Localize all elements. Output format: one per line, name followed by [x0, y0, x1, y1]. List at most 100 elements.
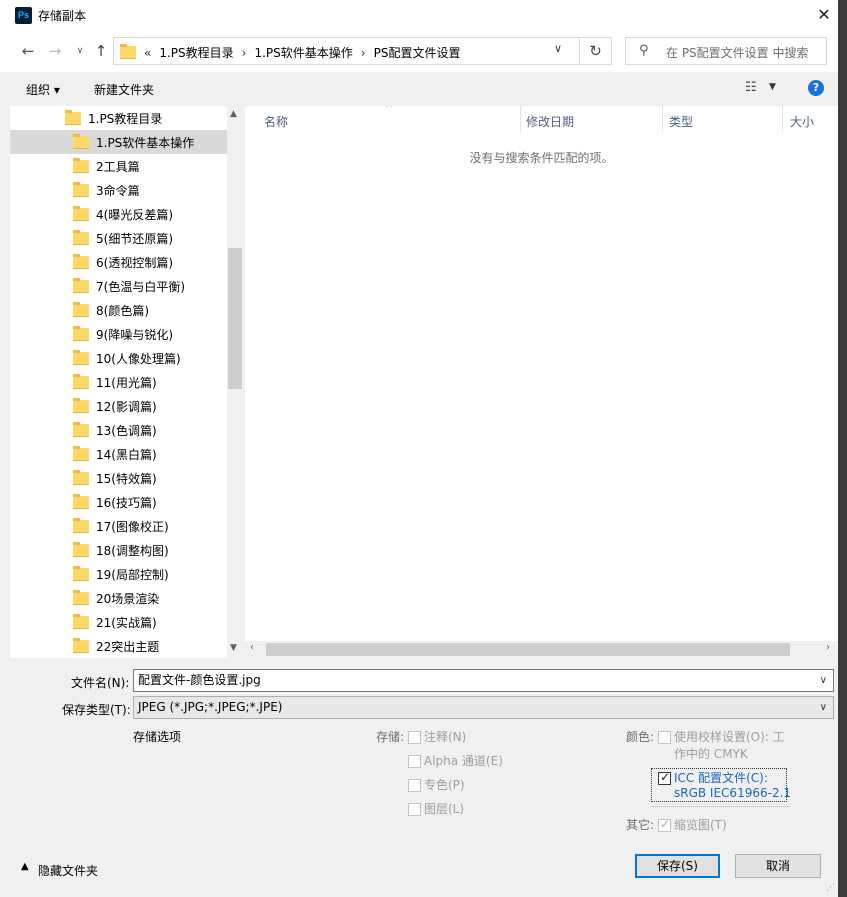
thumbnail-checkbox[interactable]: ✓	[658, 817, 671, 832]
scrollbar-thumb[interactable]	[228, 248, 242, 389]
tree-item-label: 17(图像校正)	[96, 519, 169, 534]
tree-item[interactable]: 20场景渲染	[10, 586, 227, 610]
command-bar: 组织 ▾ 新建文件夹 ☷ ▼ ?	[0, 72, 838, 106]
alpha-checkbox[interactable]	[408, 755, 421, 768]
scroll-right-icon[interactable]: ›	[826, 642, 830, 653]
tree-item-label: 12(影调篇)	[96, 399, 157, 414]
tree-item[interactable]: 5(细节还原篇)	[10, 226, 227, 250]
proof-setup-label: 使用校样设置(O): 工	[674, 730, 785, 744]
organize-button[interactable]: 组织 ▾	[26, 81, 60, 98]
tree-item[interactable]: 2工具篇	[10, 154, 227, 178]
tree-item[interactable]: 21(实战篇)	[10, 610, 227, 634]
tree-item-label: 5(细节还原篇)	[96, 231, 173, 246]
chevron-down-icon[interactable]: ∨	[820, 697, 827, 718]
cancel-button[interactable]: 取消	[735, 854, 821, 878]
tree-item-label: 13(色调篇)	[96, 423, 157, 438]
filetype-select[interactable]: JPEG (*.JPG;*.JPEG;*.JPE) ∨	[133, 696, 834, 719]
tree-item-label: 1.PS教程目录	[88, 111, 163, 126]
resize-grip-icon[interactable]: ⋰	[826, 883, 835, 893]
address-dropdown-icon[interactable]: ∨	[554, 42, 562, 55]
tree-item-label: 9(降噪与锐化)	[96, 327, 173, 342]
photoshop-icon: Ps	[15, 7, 32, 24]
tree-item[interactable]: 12(影调篇)	[10, 394, 227, 418]
folder-icon	[73, 349, 89, 365]
breadcrumb-item[interactable]: 1.PS教程目录	[159, 44, 233, 61]
column-header-name[interactable]: 名称	[264, 113, 288, 130]
folder-icon	[73, 133, 89, 149]
folder-icon	[73, 157, 89, 173]
hide-folders-button[interactable]: 隐藏文件夹	[38, 862, 98, 879]
folder-icon	[73, 181, 89, 197]
tree-item[interactable]: 9(降噪与锐化)	[10, 322, 227, 346]
breadcrumb-item[interactable]: 1.PS软件基本操作	[254, 44, 352, 61]
horizontal-scrollbar[interactable]: ‹ ›	[245, 641, 838, 658]
chevron-right-icon[interactable]: ›	[242, 46, 247, 60]
notes-checkbox[interactable]	[408, 731, 421, 744]
tree-item[interactable]: 4(曝光反差篇)	[10, 202, 227, 226]
tree-item[interactable]: 11(用光篇)	[10, 370, 227, 394]
tree-item[interactable]: 22突出主题	[10, 634, 227, 658]
tree-item-label: 1.PS软件基本操作	[96, 135, 195, 150]
scroll-down-icon[interactable]: ▼	[230, 643, 237, 653]
divider	[651, 806, 791, 807]
breadcrumb-overflow[interactable]: «	[144, 46, 151, 60]
column-divider[interactable]	[520, 106, 521, 132]
tree-item-label: 20场景渲染	[96, 591, 160, 606]
folder-icon	[73, 277, 89, 293]
help-icon[interactable]: ?	[808, 80, 824, 96]
back-arrow-icon[interactable]: ←	[17, 40, 39, 62]
tree-item[interactable]: 13(色调篇)	[10, 418, 227, 442]
tree-item[interactable]: 14(黑白篇)	[10, 442, 227, 466]
tree-item[interactable]: 10(人像处理篇)	[10, 346, 227, 370]
chevron-right-icon[interactable]: ›	[361, 46, 366, 60]
view-options-icon[interactable]: ☷	[745, 80, 757, 95]
column-header-date[interactable]: 修改日期	[526, 113, 574, 130]
tree-item[interactable]: 16(技巧篇)	[10, 490, 227, 514]
proof-setup-checkbox[interactable]	[658, 731, 671, 744]
recent-locations-chevron-icon[interactable]: ∨	[69, 40, 91, 62]
save-button[interactable]: 保存(S)	[635, 854, 720, 878]
chevron-down-icon[interactable]: ∨	[820, 670, 827, 691]
tree-item[interactable]: 7(色温与白平衡)	[10, 274, 227, 298]
tree-item[interactable]: 18(调整构图)	[10, 538, 227, 562]
icc-profile-checkbox[interactable]: ✓	[658, 770, 671, 785]
tree-item[interactable]: 6(透视控制篇)	[10, 250, 227, 274]
forward-arrow-icon[interactable]: →	[44, 40, 66, 62]
folder-icon	[73, 301, 89, 317]
view-dropdown-icon[interactable]: ▼	[769, 82, 776, 92]
column-header-size[interactable]: 大小	[790, 113, 814, 130]
new-folder-button[interactable]: 新建文件夹	[94, 81, 154, 98]
filename-field[interactable]: 配置文件-颜色设置.jpg ∨	[133, 669, 834, 692]
alpha-label: Alpha 通道(E)	[424, 754, 503, 768]
breadcrumb-item[interactable]: PS配置文件设置	[374, 44, 461, 61]
column-divider[interactable]	[662, 106, 663, 132]
scroll-up-icon[interactable]: ▲	[230, 109, 237, 119]
tree-item-selected[interactable]: 1.PS软件基本操作	[10, 130, 227, 154]
layers-checkbox[interactable]	[408, 803, 421, 816]
tree-item[interactable]: 8(颜色篇)	[10, 298, 227, 322]
scrollbar-thumb[interactable]	[266, 643, 790, 656]
address-bar[interactable]: « 1.PS教程目录 › 1.PS软件基本操作 › PS配置文件设置 ∨	[113, 37, 580, 65]
filetype-value: JPEG (*.JPG;*.JPEG;*.JPE)	[138, 700, 283, 714]
thumbnail-label: 缩览图(T)	[674, 818, 727, 832]
chevron-up-icon[interactable]: ▲	[21, 861, 29, 872]
tree-item[interactable]: 1.PS教程目录	[10, 106, 227, 130]
column-divider[interactable]	[782, 106, 783, 132]
navigation-tree: 1.PS教程目录 1.PS软件基本操作 2工具篇 3命令篇 4(曝光反差篇) 5…	[10, 106, 243, 658]
tree-scrollbar[interactable]: ▲ ▼	[227, 106, 243, 658]
spot-color-checkbox[interactable]	[408, 779, 421, 792]
tree-item[interactable]: 15(特效篇)	[10, 466, 227, 490]
column-header-type[interactable]: 类型	[669, 113, 693, 130]
tree-item-label: 22突出主题	[96, 639, 160, 654]
tree-item[interactable]: 17(图像校正)	[10, 514, 227, 538]
checkmark-icon: ✓	[660, 817, 671, 831]
search-input[interactable]: ⚲ 在 PS配置文件设置 中搜索	[625, 37, 827, 65]
folder-icon	[73, 421, 89, 437]
tree-item[interactable]: 19(局部控制)	[10, 562, 227, 586]
up-arrow-icon[interactable]: ↑	[90, 40, 112, 62]
tree-item-label: 7(色温与白平衡)	[96, 279, 185, 294]
refresh-icon[interactable]: ↻	[580, 37, 612, 65]
tree-item[interactable]: 3命令篇	[10, 178, 227, 202]
scroll-left-icon[interactable]: ‹	[250, 642, 254, 653]
close-icon[interactable]: ✕	[813, 4, 835, 26]
